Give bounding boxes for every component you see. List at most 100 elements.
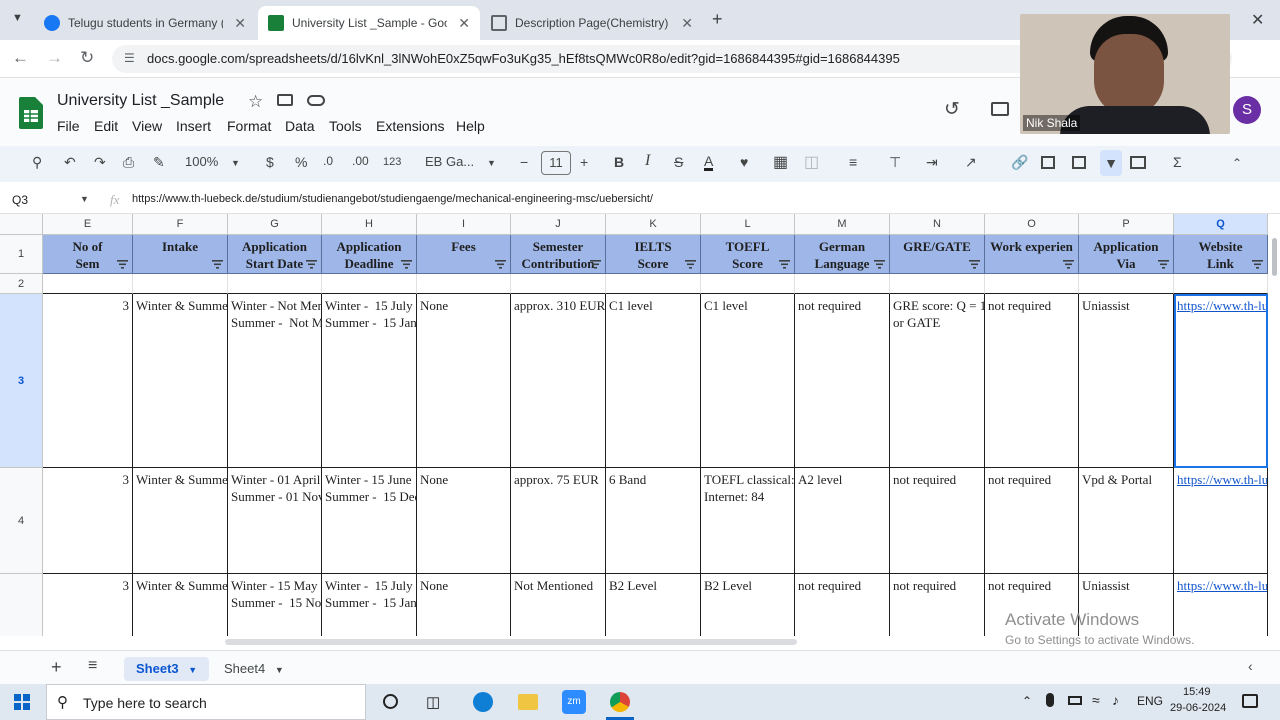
header-cell-g[interactable]: Application Start Date <box>228 235 322 274</box>
row-header-5[interactable]: 5 <box>0 574 43 636</box>
insert-comment-icon[interactable] <box>1041 156 1055 169</box>
filter-dropdown-icon[interactable] <box>1063 259 1074 269</box>
edge-icon[interactable] <box>473 692 493 712</box>
cell-e4[interactable]: 3 <box>43 468 133 574</box>
column-header-j[interactable]: J <box>511 214 606 235</box>
header-cell-o[interactable]: Work experien <box>985 235 1079 274</box>
cell-i5[interactable]: None <box>417 574 511 636</box>
cell-m5[interactable]: not required <box>795 574 890 636</box>
insert-link-icon[interactable]: 🔗 <box>1011 154 1028 171</box>
header-cell-e[interactable]: No of Sem <box>43 235 133 274</box>
borders-icon[interactable]: ▦ <box>773 152 788 172</box>
wifi-icon[interactable]: ≈ <box>1092 692 1100 708</box>
sheet-tab-sheet3[interactable]: Sheet3 ▼ <box>124 657 210 681</box>
filter-dropdown-icon[interactable] <box>401 259 412 269</box>
redo-icon[interactable]: ↷ <box>94 154 106 171</box>
cell-i4[interactable]: None <box>417 468 511 574</box>
filter-dropdown-icon[interactable] <box>1158 259 1169 269</box>
microphone-icon[interactable] <box>1046 693 1054 707</box>
version-history-icon[interactable]: ↺ <box>944 98 960 121</box>
cell-e3[interactable]: 3 <box>43 294 133 468</box>
cell-h3[interactable]: Winter - 15 July Summer - 15 Jan <box>322 294 417 468</box>
cell-k3[interactable]: C1 level <box>606 294 701 468</box>
empty-cell[interactable] <box>417 274 511 294</box>
column-header-k[interactable]: K <box>606 214 701 235</box>
filter-dropdown-icon[interactable] <box>590 259 601 269</box>
menu-view[interactable]: View <box>132 118 162 134</box>
header-cell-h[interactable]: Application Deadline <box>322 235 417 274</box>
collapse-toolbar-icon[interactable]: ⌃ <box>1232 156 1242 170</box>
percent-format-button[interactable]: % <box>295 154 307 170</box>
header-cell-n[interactable]: GRE/GATE <box>890 235 985 274</box>
cell-n3[interactable]: GRE score: Q = 1 or GATE <box>890 294 985 468</box>
add-sheet-icon[interactable]: + <box>51 657 62 678</box>
new-tab-button[interactable]: + <box>712 9 723 30</box>
empty-cell[interactable] <box>1174 274 1268 294</box>
merge-cells-icon[interactable]: ◫ <box>804 152 819 172</box>
menu-extensions[interactable]: Extensions <box>376 118 444 134</box>
back-arrow-icon[interactable]: ← <box>12 48 29 68</box>
zoom-select[interactable]: 100% <box>185 154 218 169</box>
menu-tools[interactable]: Tools <box>329 118 362 134</box>
move-folder-icon[interactable] <box>277 94 293 106</box>
font-size-decrease-icon[interactable]: − <box>520 154 528 170</box>
chevron-down-icon[interactable]: ▼ <box>231 158 240 168</box>
cell-n4[interactable]: not required <box>890 468 985 574</box>
document-title[interactable]: University List _Sample <box>57 92 224 110</box>
header-cell-q[interactable]: Website Link <box>1174 235 1268 274</box>
close-icon[interactable]: ✕ <box>234 15 246 32</box>
column-header-e[interactable]: E <box>43 214 133 235</box>
insert-chart-icon[interactable] <box>1072 156 1086 169</box>
menu-format[interactable]: Format <box>227 118 271 134</box>
close-icon[interactable]: ✕ <box>681 15 693 32</box>
chevron-down-icon[interactable]: ▼ <box>80 194 89 204</box>
cell-p3[interactable]: Uniassist <box>1079 294 1174 468</box>
reload-icon[interactable]: ↻ <box>80 48 94 68</box>
cell-f5[interactable]: Winter & Summer <box>133 574 228 636</box>
zoom-app-icon[interactable]: zm <box>562 690 586 714</box>
undo-icon[interactable]: ↶ <box>64 154 76 171</box>
column-header-n[interactable]: N <box>890 214 985 235</box>
cell-q4[interactable]: https://www.th-luebeck.de <box>1174 468 1268 574</box>
empty-cell[interactable] <box>890 274 985 294</box>
tab-search-chevron-icon[interactable]: ▼ <box>12 12 23 24</box>
browser-tab-university-list[interactable]: University List _Sample - Googl ✕ <box>258 6 480 40</box>
cell-o4[interactable]: not required <box>985 468 1079 574</box>
column-header-q[interactable]: Q <box>1174 214 1268 235</box>
all-sheets-icon[interactable]: ≡ <box>88 657 97 675</box>
filter-dropdown-icon[interactable] <box>969 259 980 269</box>
chrome-icon[interactable] <box>610 692 630 712</box>
text-rotation-icon[interactable]: ↗ <box>965 154 977 171</box>
filter-dropdown-icon[interactable] <box>1252 259 1263 269</box>
column-header-o[interactable]: O <box>985 214 1079 235</box>
align-left-icon[interactable]: ≡ <box>849 154 857 170</box>
formula-input[interactable]: https://www.th-luebeck.de/studium/studie… <box>132 193 653 205</box>
filter-views-icon[interactable] <box>1130 156 1146 169</box>
close-icon[interactable]: ✕ <box>458 15 470 32</box>
row-header-4[interactable]: 4 <box>0 468 43 574</box>
cell-f4[interactable]: Winter & Summer <box>133 468 228 574</box>
name-box[interactable]: Q3 <box>12 193 28 207</box>
text-wrap-icon[interactable]: ⇥ <box>926 154 938 171</box>
cell-j4[interactable]: approx. 75 EUR <box>511 468 606 574</box>
currency-format-button[interactable]: $ <box>266 154 274 170</box>
notifications-icon[interactable] <box>1242 694 1258 708</box>
filter-dropdown-icon[interactable] <box>779 259 790 269</box>
browser-tab-description[interactable]: Description Page(Chemistry) | N ✕ <box>481 6 703 40</box>
cell-j3[interactable]: approx. 310 EUR <box>511 294 606 468</box>
spreadsheet-grid[interactable]: EFGHIJKLMNOPQ 12345 No of SemIntakeAppli… <box>0 214 1270 636</box>
clock-date[interactable]: 29-06-2024 <box>1170 702 1226 714</box>
italic-button[interactable]: I <box>645 152 650 170</box>
cell-m4[interactable]: A2 level <box>795 468 890 574</box>
windows-start-icon[interactable] <box>14 694 30 710</box>
cell-l3[interactable]: C1 level <box>701 294 795 468</box>
header-cell-f[interactable]: Intake <box>133 235 228 274</box>
cell-k5[interactable]: B2 Level <box>606 574 701 636</box>
empty-cell[interactable] <box>228 274 322 294</box>
cloud-saved-icon[interactable] <box>307 95 325 106</box>
cell-l5[interactable]: B2 Level <box>701 574 795 636</box>
cell-j5[interactable]: Not Mentioned <box>511 574 606 636</box>
cell-l4[interactable]: TOEFL classical: Internet: 84 <box>701 468 795 574</box>
fill-color-icon[interactable]: ♥ <box>740 154 748 170</box>
row-header-3[interactable]: 3 <box>0 294 43 468</box>
